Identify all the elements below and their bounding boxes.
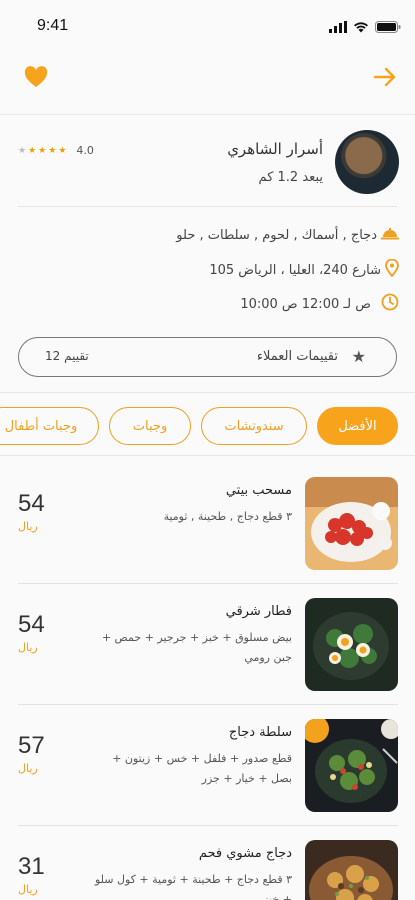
dish-image — [305, 477, 398, 570]
item-currency: ريال — [18, 641, 38, 654]
tab-kids-meals[interactable]: وجبات أطفال — [0, 407, 99, 445]
tab-best[interactable]: الأفضل — [317, 407, 398, 445]
star-icon: ★ — [58, 145, 67, 156]
reviews-count: تقييم 12 — [45, 349, 89, 363]
star-icon: ★ — [28, 145, 37, 156]
category-tabs: الأفضل سندوتشات وجبات وجبات أطفال — [0, 392, 415, 456]
reviews-button[interactable]: ★ تقييمات العملاء تقييم 12 — [18, 337, 397, 377]
cuisines-row: دجاج , أسماك , لحوم , سلطات , حلو — [176, 226, 399, 244]
signal-icon — [329, 18, 347, 37]
restaurant-avatar — [335, 130, 399, 194]
item-description: قطع صدور + فلفل + خس + زيتون + بصل + خيا… — [112, 752, 292, 785]
location-pin-icon — [385, 258, 399, 281]
system-icons — [329, 18, 401, 37]
dish-image — [305, 840, 398, 900]
hours-row: ص لـ 12:00 ص 10:00 — [240, 293, 399, 315]
item-name: سلطة دجاج — [228, 725, 292, 740]
restaurant-name: أسرار الشاهري — [227, 140, 323, 158]
dish-icon — [381, 226, 399, 244]
status-bar: 9:41 — [0, 0, 415, 52]
menu-item[interactable]: فطار شرقي بيض مسلوق + خبز + جرجير + حمص … — [18, 578, 398, 698]
menu-item[interactable]: دجاج مشوي فحم ٣ قطع دجاج + طحينة + ثومية… — [18, 820, 398, 900]
reviews-label: تقييمات العملاء — [256, 349, 338, 364]
hours-text: ص لـ 12:00 ص 10:00 — [240, 296, 371, 312]
divider — [18, 206, 397, 207]
menu-item[interactable]: مسحب بيتي ٣ قطع دجاج , طحينة , ثومية 54 … — [18, 457, 398, 577]
star-icon: ★ — [18, 145, 27, 156]
wifi-icon — [353, 18, 369, 37]
item-name: مسحب بيتي — [225, 483, 292, 498]
item-price: 54 — [18, 611, 45, 638]
item-currency: ريال — [18, 762, 38, 775]
top-bar — [0, 52, 415, 115]
star-icon: ★ — [48, 145, 57, 156]
dish-image — [305, 598, 398, 691]
item-description: ٣ قطع دجاج + طحينة + ثومية + كول سلو + خ… — [94, 873, 292, 900]
battery-icon — [375, 18, 401, 37]
rating-value: 4.0 — [76, 144, 94, 157]
tab-meals[interactable]: وجبات — [109, 407, 191, 445]
item-name: فطار شرقي — [225, 604, 292, 619]
menu-item[interactable]: سلطة دجاج قطع صدور + فلفل + خس + زيتون +… — [18, 699, 398, 819]
item-price: 54 — [18, 490, 45, 517]
dish-image — [305, 719, 398, 812]
cuisines-text: دجاج , أسماك , لحوم , سلطات , حلو — [176, 227, 377, 243]
address-row: شارع 240، العليا ، الرياض 105 — [209, 258, 399, 281]
item-price: 57 — [18, 732, 45, 759]
restaurant-distance: يبعد 1.2 كم — [258, 170, 323, 185]
item-description: بيض مسلوق + خبز + جرجير + حمص + جبن رومي — [101, 631, 292, 664]
address-text: شارع 240، العليا ، الرياض 105 — [209, 262, 381, 278]
heart-icon[interactable] — [24, 66, 48, 92]
clock-icon — [381, 293, 399, 315]
item-price: 31 — [18, 853, 45, 880]
rating: ★ ★ ★ ★ ★ 4.0 — [18, 144, 94, 157]
item-description: ٣ قطع دجاج , طحينة , ثومية — [163, 510, 292, 523]
item-currency: ريال — [18, 520, 38, 533]
star-icon: ★ — [351, 347, 366, 366]
star-icon: ★ — [38, 145, 47, 156]
item-name: دجاج مشوي فحم — [198, 846, 292, 861]
tab-sandwiches[interactable]: سندوتشات — [201, 407, 307, 445]
arrow-right-icon[interactable] — [373, 66, 397, 92]
status-time: 9:41 — [37, 17, 69, 34]
item-currency: ريال — [18, 883, 38, 896]
